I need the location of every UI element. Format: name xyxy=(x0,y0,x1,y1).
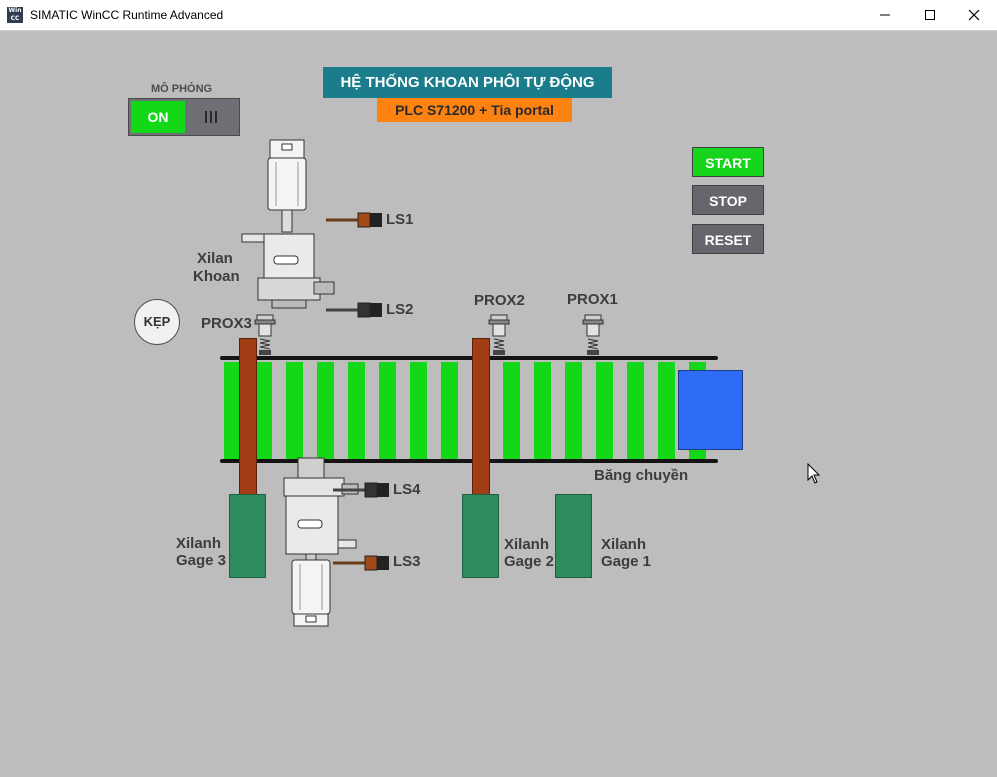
close-button[interactable] xyxy=(951,0,997,30)
limit-switch-icon xyxy=(333,482,389,498)
window-titlebar: Win CC SIMATIC WinCC Runtime Advanced xyxy=(0,0,997,31)
page-subtitle: PLC S71200 + Tia portal xyxy=(377,98,572,122)
proximity-sensor-icon xyxy=(488,314,510,355)
drill-cylinder-label: Khoan xyxy=(193,268,240,285)
limit-switch-icon xyxy=(326,302,382,318)
simulation-label: MÔ PHỎNG xyxy=(151,83,213,95)
ls2-label: LS2 xyxy=(386,301,414,318)
conveyor-slat xyxy=(658,362,675,459)
gage1-label: Gage 1 xyxy=(601,553,652,570)
limit-switch-icon xyxy=(333,555,389,571)
conveyor-slat xyxy=(255,362,272,459)
maximize-icon xyxy=(925,10,935,20)
prox3-label: PROX3 xyxy=(201,315,252,332)
start-button[interactable]: START xyxy=(692,147,764,177)
conveyor-slat xyxy=(317,362,334,459)
minimize-button[interactable] xyxy=(862,0,908,30)
minimize-icon xyxy=(880,14,890,16)
conveyor-belt xyxy=(220,356,718,463)
gage3-label: Xilanh xyxy=(176,535,222,552)
drill-cylinder-label: Xilan xyxy=(197,250,233,267)
stop-button[interactable]: STOP xyxy=(692,185,764,215)
conveyor-slat xyxy=(348,362,365,459)
conveyor-slat xyxy=(503,362,520,459)
conveyor-slat xyxy=(627,362,644,459)
ls1-label: LS1 xyxy=(386,211,414,228)
toggle-grip-icon xyxy=(187,101,237,133)
ls3-label: LS3 xyxy=(393,553,421,570)
gage2-cylinder xyxy=(462,494,499,578)
reset-button[interactable]: RESET xyxy=(692,224,764,254)
gage1-cylinder xyxy=(555,494,592,578)
window-title: SIMATIC WinCC Runtime Advanced xyxy=(30,8,224,22)
conveyor-slat xyxy=(596,362,613,459)
proximity-sensor-icon xyxy=(254,314,276,355)
ls4-label: LS4 xyxy=(393,481,421,498)
wincc-app-icon: Win CC xyxy=(7,7,23,23)
conveyor-rail xyxy=(220,356,718,360)
maximize-button[interactable] xyxy=(907,0,953,30)
conveyor-slat xyxy=(534,362,551,459)
page-title: HỆ THỐNG KHOAN PHÔI TỰ ĐỘNG xyxy=(323,67,612,98)
gage1-label: Xilanh xyxy=(601,536,647,553)
proximity-sensor-icon xyxy=(582,314,604,355)
prox2-label: PROX2 xyxy=(474,292,525,309)
mouse-cursor-icon xyxy=(807,463,821,484)
simulation-on-indicator: ON xyxy=(131,101,185,133)
prox1-label: PROX1 xyxy=(567,291,618,308)
clamp-post xyxy=(472,338,490,498)
clamp-button[interactable]: KẸP xyxy=(134,299,180,345)
workpiece-block xyxy=(678,370,743,450)
conveyor-slat xyxy=(410,362,427,459)
conveyor-slat xyxy=(286,362,303,459)
drill-motor-icon xyxy=(241,139,335,309)
clamp-post xyxy=(239,338,257,498)
simulation-toggle[interactable]: ON xyxy=(128,98,240,136)
gage3-cylinder xyxy=(229,494,266,578)
limit-switch-icon xyxy=(326,212,382,228)
conveyor-slat xyxy=(565,362,582,459)
conveyor-slat xyxy=(441,362,458,459)
conveyor-label: Băng chuyền xyxy=(594,467,689,484)
gage2-label: Gage 2 xyxy=(504,553,555,570)
gage2-label: Xilanh xyxy=(504,536,550,553)
gage3-label: Gage 3 xyxy=(176,552,227,569)
conveyor-slat xyxy=(379,362,396,459)
close-icon xyxy=(968,9,980,21)
